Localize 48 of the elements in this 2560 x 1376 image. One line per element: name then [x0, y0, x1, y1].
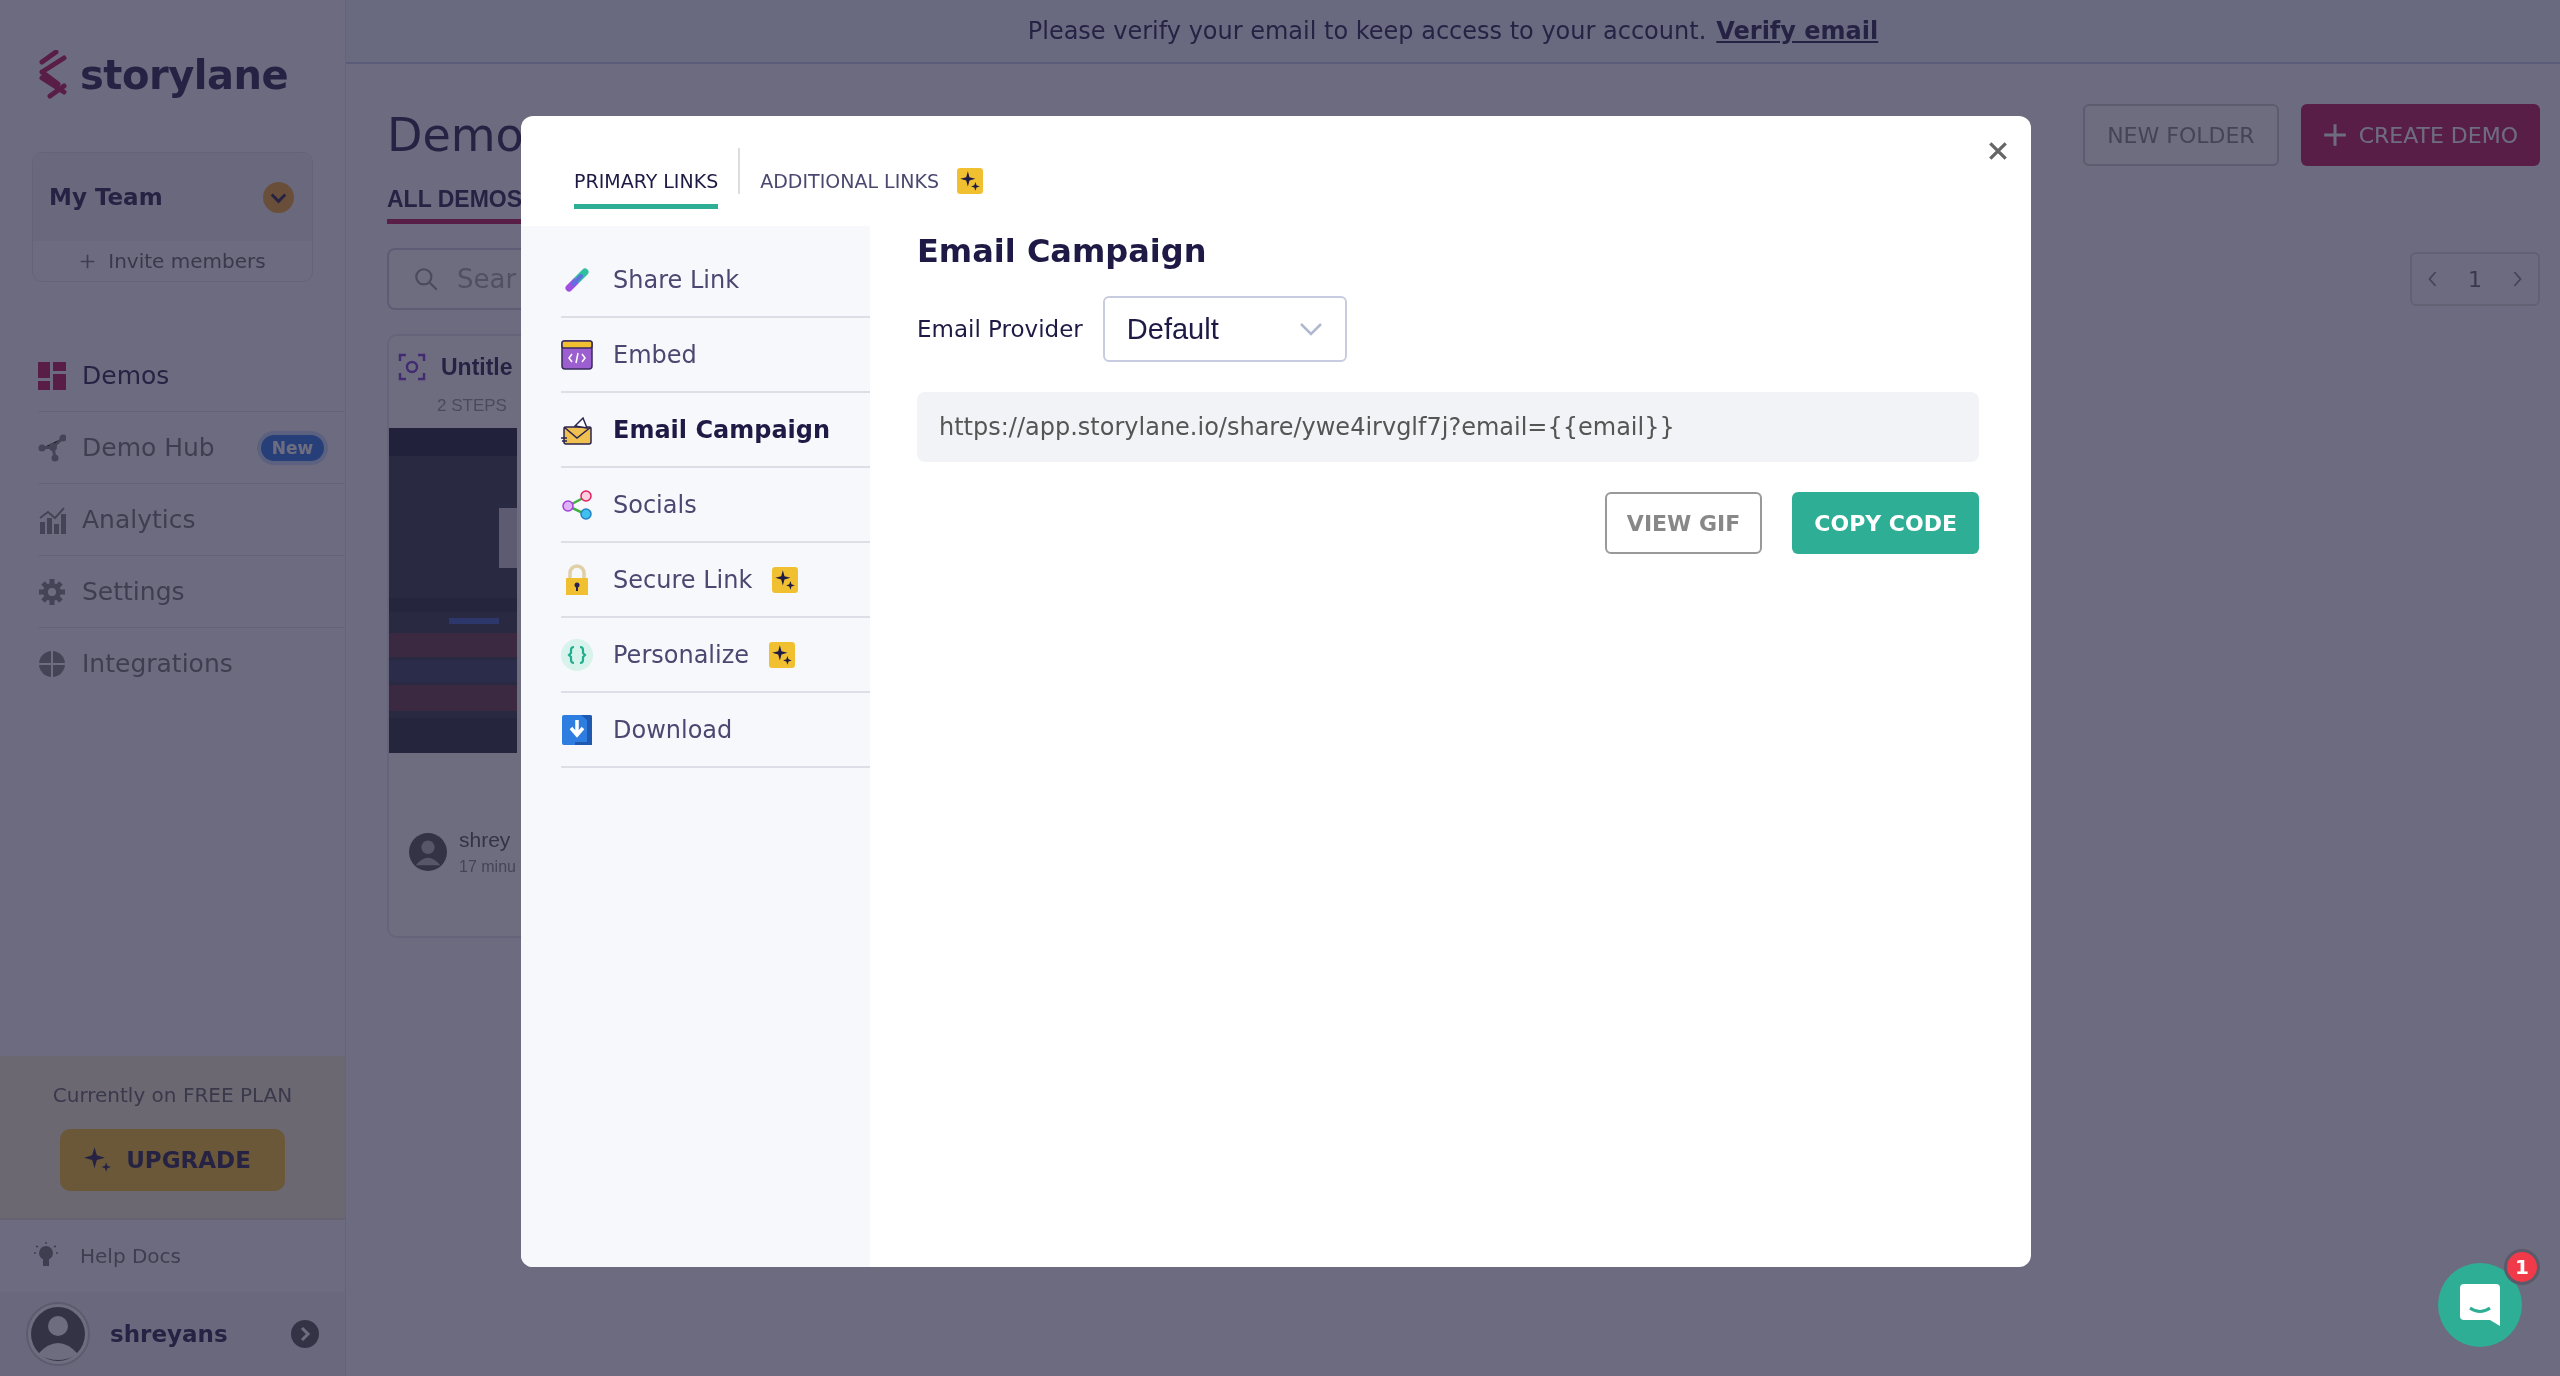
- avatar-icon: [26, 1302, 90, 1366]
- share-option-item[interactable]: Socials: [561, 468, 870, 543]
- field-label: Email Provider: [917, 316, 1083, 342]
- chevron-down-icon: [1298, 322, 1323, 336]
- search-icon: [413, 266, 439, 292]
- action-button[interactable]: COPY CODE: [1792, 492, 1979, 554]
- team-name: My Team: [49, 184, 163, 210]
- chat-bubble-icon: [2460, 1284, 2500, 1326]
- url-field[interactable]: https://app.storylane.io/share/ywe4irvglf7j?email={{email}}: [917, 392, 1979, 462]
- share-nodes-icon: [561, 488, 593, 521]
- provider-dropdown[interactable]: Default: [1102, 296, 1347, 362]
- code-window-icon: [561, 338, 593, 371]
- logo-icon: [38, 50, 68, 100]
- share-option-item[interactable]: Secure Link: [561, 543, 870, 618]
- plus-icon: [79, 252, 97, 270]
- chevron-down-icon: [263, 181, 294, 213]
- author-name: shrey: [459, 828, 512, 852]
- capture-icon: [397, 352, 427, 382]
- page-title: Demo: [387, 108, 524, 162]
- user-name: shreyans: [110, 1321, 229, 1347]
- share-option-item[interactable]: Personalize: [561, 618, 870, 693]
- braces-icon: [561, 638, 593, 671]
- download-icon: [561, 713, 593, 746]
- grid-icon: [38, 361, 66, 390]
- verify-email-link[interactable]: Verify email: [1716, 17, 1879, 45]
- bar-chart-icon: [38, 505, 66, 534]
- avatar-icon: [409, 833, 447, 871]
- share-option-item[interactable]: Email Campaign: [561, 393, 870, 468]
- modal-tab[interactable]: ADDITIONAL LINKS: [760, 131, 983, 211]
- nodes-icon: [38, 433, 66, 462]
- plus-icon: [2322, 123, 2347, 147]
- panel-title: Email Campaign: [917, 232, 1208, 270]
- logo-text: storylane: [80, 52, 289, 98]
- upgrade-button[interactable]: UPGRADE: [60, 1129, 285, 1191]
- sidebar-item[interactable]: Demos: [38, 340, 345, 412]
- notification-badge: 1: [2504, 1249, 2540, 1285]
- header-button[interactable]: CREATE DEMO: [2300, 104, 2540, 166]
- puzzle-globe-icon: [38, 649, 66, 678]
- close-icon[interactable]: [1987, 140, 2009, 162]
- share-option-item[interactable]: Download: [561, 693, 870, 768]
- chevron-right-icon[interactable]: [291, 1320, 319, 1348]
- modal-tab[interactable]: PRIMARY LINKS: [574, 133, 719, 209]
- settings-icon: [38, 577, 66, 606]
- action-button[interactable]: VIEW GIF: [1604, 492, 1763, 554]
- share-option-item[interactable]: Share Link: [561, 243, 870, 318]
- card-title: Untitle: [441, 353, 513, 381]
- banner-text: Please verify your email to keep access to your account.: [1027, 17, 1707, 45]
- share-option-item[interactable]: Embed: [561, 318, 870, 393]
